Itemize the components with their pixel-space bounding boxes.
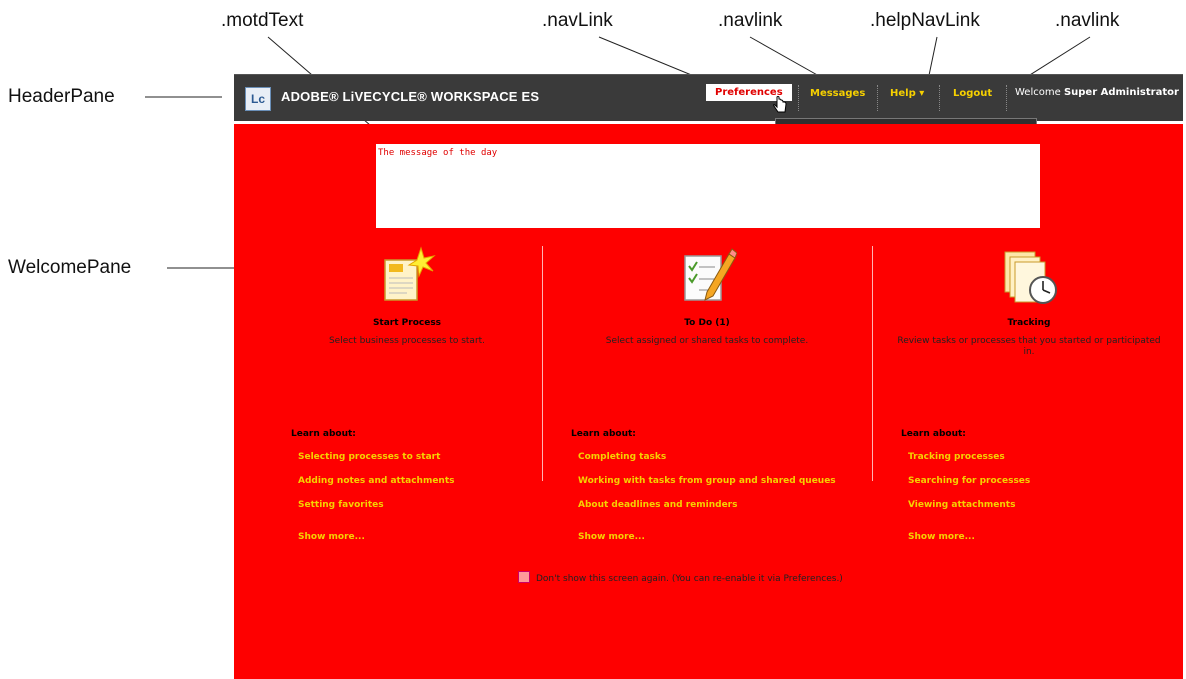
learn-link[interactable]: Searching for processes [908, 476, 1186, 486]
start-process-desc: Select business processes to start. [328, 336, 486, 346]
show-more-link[interactable]: Show more... [578, 532, 871, 542]
start-process-icon[interactable] [377, 246, 437, 306]
learn-link[interactable]: Selecting processes to start [298, 452, 591, 462]
nav-separator [877, 85, 878, 111]
welcome-pane: The message of the day Start Process Sel… [234, 124, 1183, 679]
motd-text: The message of the day [376, 144, 1040, 228]
tracking-icon[interactable] [999, 246, 1059, 306]
learn-about-label: Learn about: [571, 429, 636, 439]
welcome-prefix: Welcome [1015, 87, 1061, 98]
nav-separator [939, 85, 940, 111]
learn-about-label: Learn about: [291, 429, 356, 439]
callout-header-pane: HeaderPane [8, 86, 115, 107]
nav-logout-link[interactable]: Logout [953, 88, 992, 99]
start-process-title[interactable]: Start Process [272, 318, 542, 328]
show-more-link[interactable]: Show more... [298, 532, 591, 542]
callout-help-nav-link: .helpNavLink [870, 10, 980, 31]
welcome-user: Welcome Super Administrator [1015, 87, 1179, 98]
nav-help-link[interactable]: Help ▾ [890, 88, 924, 99]
todo-desc: Select assigned or shared tasks to compl… [605, 336, 809, 346]
learn-about-label: Learn about: [901, 429, 966, 439]
callout-navlink-messages: .navlink [718, 10, 783, 31]
column-divider [872, 246, 873, 481]
callout-motd-text: .motdText [221, 10, 304, 31]
nav-messages-link[interactable]: Messages [810, 88, 865, 99]
dont-show-label: Don't show this screen again. (You can r… [536, 574, 843, 584]
show-more-link[interactable]: Show more... [908, 532, 1186, 542]
learn-link[interactable]: Completing tasks [578, 452, 871, 462]
callout-nav-link: .navLink [542, 10, 613, 31]
livecycle-logo: Lc [245, 87, 271, 111]
callout-welcome-pane: WelcomePane [8, 257, 132, 278]
learn-about-start-process: Learn about: Selecting processes to star… [291, 429, 591, 556]
todo-column: To Do (1) Select assigned or shared task… [572, 246, 842, 347]
nav-separator [1006, 85, 1007, 111]
dont-show-again-option: Don't show this screen again. (You can r… [518, 571, 843, 584]
tracking-column: Tracking Review tasks or processes that … [894, 246, 1164, 358]
hand-cursor-icon [773, 96, 787, 113]
learn-link[interactable]: Tracking processes [908, 452, 1186, 462]
learn-link[interactable]: About deadlines and reminders [578, 500, 871, 510]
dont-show-checkbox[interactable] [518, 571, 530, 583]
tracking-desc: Review tasks or processes that you start… [897, 336, 1161, 357]
todo-title[interactable]: To Do (1) [572, 318, 842, 328]
learn-link[interactable]: Setting favorites [298, 500, 591, 510]
learn-link[interactable]: Viewing attachments [908, 500, 1186, 510]
tracking-title[interactable]: Tracking [894, 318, 1164, 328]
learn-about-todo: Learn about: Completing tasks Working wi… [571, 429, 871, 556]
nav-separator [798, 85, 799, 111]
callout-navlink-logout: .navlink [1055, 10, 1120, 31]
todo-icon[interactable] [677, 246, 737, 306]
app-title: ADOBE® LiVECYCLE® WORKSPACE ES [281, 89, 540, 104]
user-name: Super Administrator [1063, 87, 1179, 98]
learn-link[interactable]: Adding notes and attachments [298, 476, 591, 486]
start-process-column: Start Process Select business processes … [272, 246, 542, 347]
learn-link[interactable]: Working with tasks from group and shared… [578, 476, 871, 486]
learn-about-tracking: Learn about: Tracking processes Searchin… [901, 429, 1186, 556]
header-pane: Lc ADOBE® LiVECYCLE® WORKSPACE ES Prefer… [234, 74, 1183, 121]
